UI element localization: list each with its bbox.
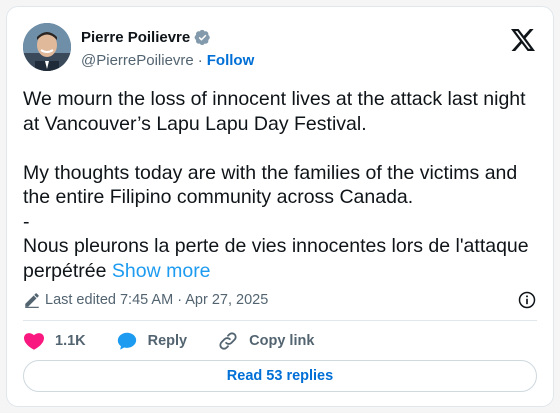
tweet-paragraph-truncated: Nous pleurons la perte de vies innocente… xyxy=(23,234,543,283)
like-count: 1.1K xyxy=(55,333,86,349)
link-icon xyxy=(219,332,237,350)
heart-icon xyxy=(23,333,45,350)
reply-label: Reply xyxy=(147,333,188,349)
copy-link-button[interactable]: Copy link xyxy=(217,330,314,352)
like-button[interactable]: 1.1K xyxy=(23,330,86,352)
tweet-card: Pierre Poilievre @PierrePoilievre · Foll… xyxy=(6,6,554,407)
avatar[interactable] xyxy=(23,23,71,71)
paragraph-spacer xyxy=(23,136,543,161)
tweet-paragraph: We mourn the loss of innocent lives at t… xyxy=(23,88,526,135)
handle-row: @PierrePoilievre · Follow xyxy=(81,50,254,70)
separator-dot: · xyxy=(197,51,203,69)
copy-link-label: Copy link xyxy=(249,333,315,349)
tweet-body: We mourn the loss of innocent lives at t… xyxy=(23,87,543,283)
x-logo-icon[interactable] xyxy=(511,29,535,51)
tweet-dash: - xyxy=(23,210,30,233)
author-display-name[interactable]: Pierre Poilievre xyxy=(81,29,190,46)
author-handle[interactable]: @PierrePoilievre xyxy=(81,52,194,69)
tweet-meta: Last edited 7:45 AM · Apr 27, 2025 xyxy=(23,290,537,310)
tweet-paragraph: Nous pleurons la perte de vies innocente… xyxy=(23,235,529,282)
last-edited-link[interactable]: Last edited 7:45 AM · Apr 27, 2025 xyxy=(45,292,268,308)
name-row: Pierre Poilievre xyxy=(81,27,254,47)
tweet-paragraph: My thoughts today are with the families … xyxy=(23,161,518,209)
author-info: Pierre Poilievre @PierrePoilievre · Foll… xyxy=(81,27,254,70)
pencil-icon xyxy=(25,293,39,308)
verified-badge-icon xyxy=(194,29,210,45)
reply-bubble-icon xyxy=(117,332,136,350)
info-icon[interactable] xyxy=(517,290,537,310)
read-replies-button[interactable]: Read 53 replies xyxy=(23,360,537,392)
follow-button[interactable]: Follow xyxy=(207,52,255,69)
reply-button[interactable]: Reply xyxy=(116,330,188,352)
divider xyxy=(23,320,537,321)
avatar-image xyxy=(23,23,71,71)
show-more-link[interactable]: Show more xyxy=(112,260,211,282)
tweet-actions: 1.1K Reply Copy link xyxy=(23,330,344,352)
tweet-header: Pierre Poilievre @PierrePoilievre · Foll… xyxy=(23,23,537,71)
